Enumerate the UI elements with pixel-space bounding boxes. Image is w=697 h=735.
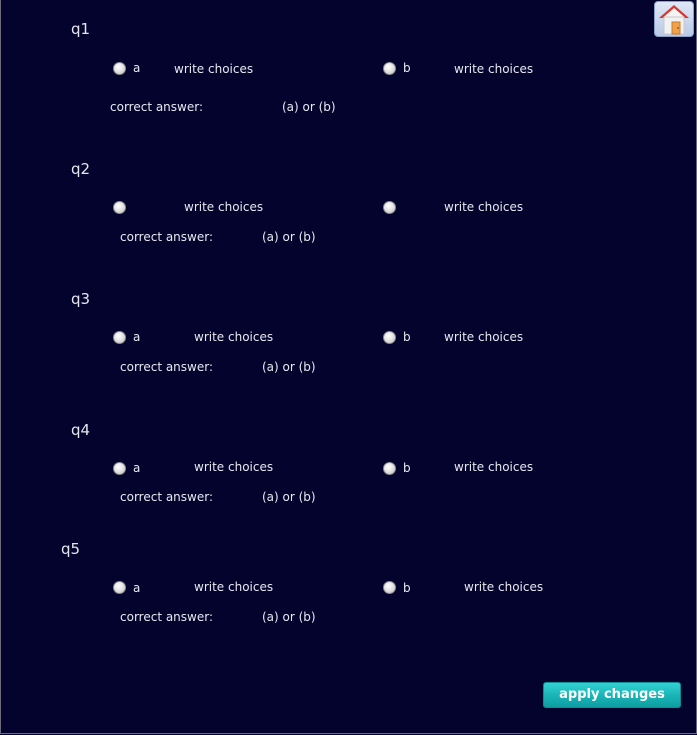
question-label: q5 xyxy=(61,540,81,558)
choice-b-text[interactable]: write choices xyxy=(454,460,533,474)
correct-answer-field[interactable]: (a) or (b) xyxy=(262,360,316,374)
correct-answer-field[interactable]: (a) or (b) xyxy=(262,610,316,624)
window-frame xyxy=(0,0,697,734)
home-icon xyxy=(659,5,689,35)
radio-option-b[interactable] xyxy=(383,201,396,214)
option-b-letter: b xyxy=(403,581,411,595)
choice-a-text[interactable]: write choices xyxy=(174,62,253,76)
radio-option-a[interactable] xyxy=(113,581,126,594)
question-label: q2 xyxy=(71,160,91,178)
option-a-letter: a xyxy=(133,461,141,475)
choice-b-text[interactable]: write choices xyxy=(444,200,523,214)
apply-changes-button[interactable]: apply changes xyxy=(543,682,681,708)
radio-option-b[interactable] xyxy=(383,462,396,475)
radio-option-b[interactable] xyxy=(383,62,396,75)
correct-answer-field[interactable]: (a) or (b) xyxy=(282,100,336,114)
choice-b-text[interactable]: write choices xyxy=(444,330,523,344)
radio-option-a[interactable] xyxy=(113,331,126,344)
option-b-letter: b xyxy=(403,330,411,344)
option-a-letter: a xyxy=(133,61,141,75)
option-b-letter: b xyxy=(403,461,411,475)
choice-a-text[interactable]: write choices xyxy=(194,330,273,344)
choice-a-text[interactable]: write choices xyxy=(184,200,263,214)
correct-answer-label: correct answer: xyxy=(120,230,214,244)
option-b-letter: b xyxy=(403,61,411,75)
choice-a-text[interactable]: write choices xyxy=(194,580,273,594)
question-label: q3 xyxy=(71,290,91,308)
radio-option-b[interactable] xyxy=(383,581,396,594)
correct-answer-label: correct answer: xyxy=(110,100,204,114)
choice-b-text[interactable]: write choices xyxy=(464,580,543,594)
choice-a-text[interactable]: write choices xyxy=(194,460,273,474)
radio-option-a[interactable] xyxy=(113,201,126,214)
home-button[interactable] xyxy=(654,1,694,37)
choice-b-text[interactable]: write choices xyxy=(454,62,533,76)
radio-option-a[interactable] xyxy=(113,62,126,75)
radio-option-b[interactable] xyxy=(383,331,396,344)
correct-answer-field[interactable]: (a) or (b) xyxy=(262,230,316,244)
correct-answer-label: correct answer: xyxy=(120,490,214,504)
radio-option-a[interactable] xyxy=(113,462,126,475)
question-label: q1 xyxy=(71,20,91,38)
correct-answer-label: correct answer: xyxy=(120,360,214,374)
option-a-letter: a xyxy=(133,330,141,344)
option-a-letter: a xyxy=(133,581,141,595)
correct-answer-field[interactable]: (a) or (b) xyxy=(262,490,316,504)
correct-answer-label: correct answer: xyxy=(120,610,214,624)
question-label: q4 xyxy=(71,421,91,439)
